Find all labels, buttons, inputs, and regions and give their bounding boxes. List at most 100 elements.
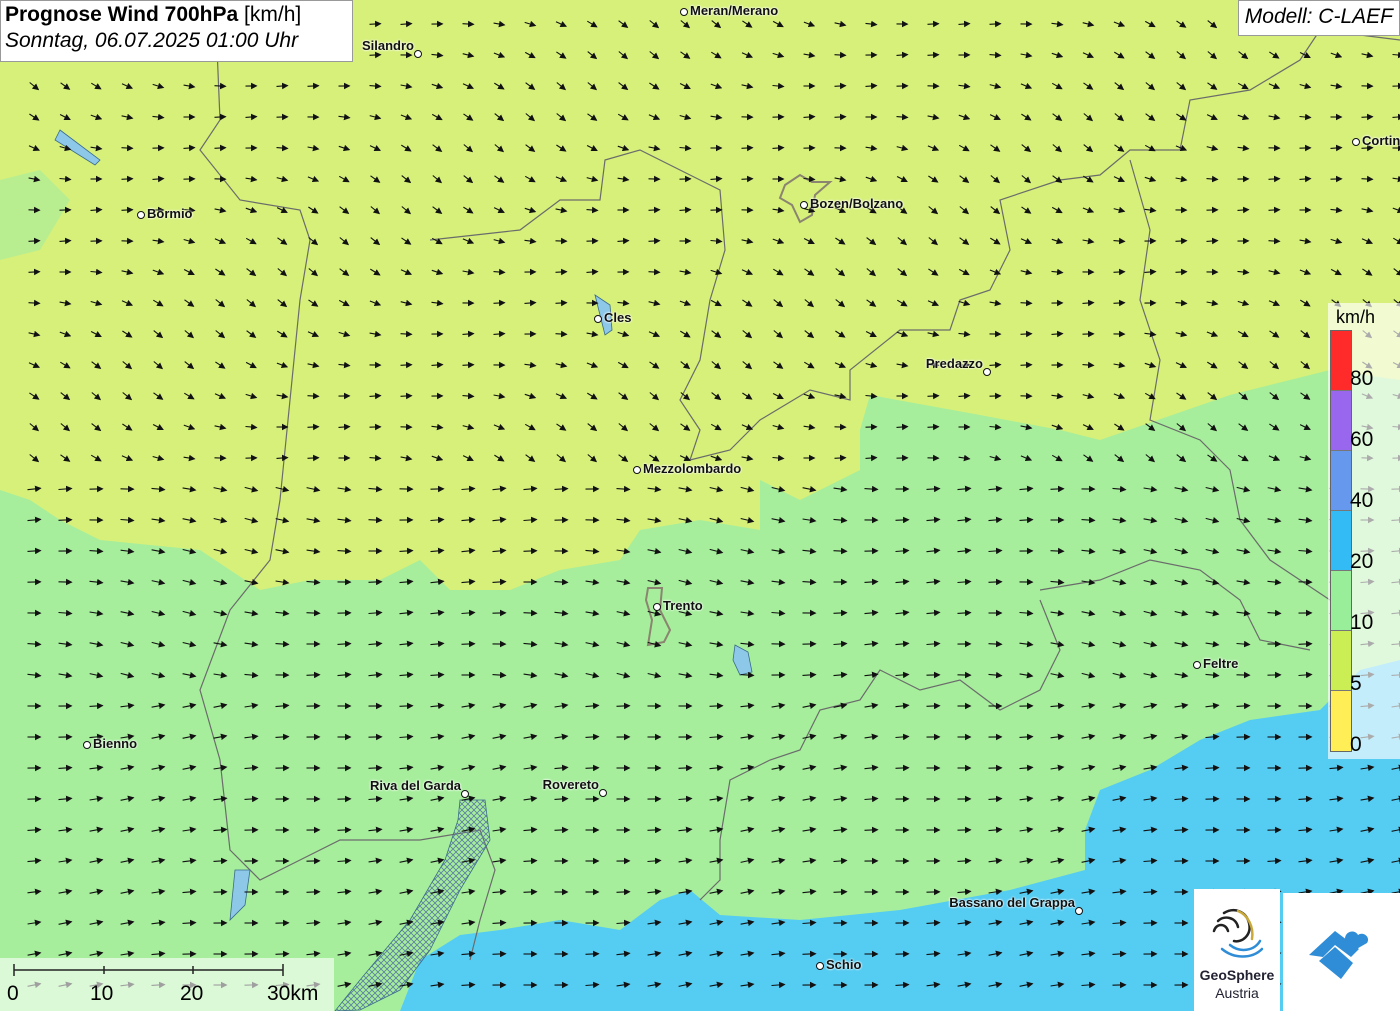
wind-arrow	[1361, 113, 1374, 121]
wind-arrow	[28, 268, 41, 276]
wind-arrow	[1113, 299, 1126, 307]
wind-arrow	[1268, 206, 1281, 214]
city-marker-icon	[800, 201, 808, 209]
wind-arrow	[492, 950, 507, 958]
wind-arrow	[28, 237, 41, 245]
wind-arrow	[400, 392, 413, 400]
forecast-datetime: Sonntag, 06.07.2025 01:00 Uhr	[5, 29, 299, 52]
wind-arrow	[493, 299, 506, 307]
home-cloud-icon	[1309, 931, 1369, 979]
wind-arrow	[306, 671, 321, 679]
city-marker-icon	[599, 789, 607, 797]
wind-arrow	[927, 20, 940, 28]
wind-arrow	[1268, 175, 1281, 183]
wind-arrow	[1298, 640, 1313, 648]
geosphere-logo[interactable]: GeoSphere Austria	[1194, 889, 1280, 1011]
legend-unit: km/h	[1336, 307, 1376, 327]
wind-arrow	[616, 702, 631, 710]
wind-arrow	[648, 237, 661, 245]
wind-arrow	[307, 82, 320, 90]
map-title: Prognose Wind 700hPa [km/h]	[5, 3, 348, 27]
city-marker-icon	[653, 603, 661, 611]
city-marker-icon	[1075, 907, 1083, 915]
wind-arrow	[523, 888, 538, 896]
wind-arrow	[647, 826, 662, 834]
city-label: Rovereto	[542, 777, 599, 792]
geosphere-logo-country: Austria	[1215, 985, 1259, 1001]
wind-arrow	[1268, 237, 1281, 245]
wind-arrow	[927, 51, 940, 59]
city-marker-icon	[816, 962, 824, 970]
legend-seg-red	[1331, 331, 1351, 391]
wind-arrow	[834, 454, 847, 462]
wind-arrow	[400, 330, 413, 338]
color-legend: km/h 80 60 40 20 10 5 0	[1328, 303, 1400, 759]
wind-arrow	[555, 330, 568, 338]
legend-value-10: 10	[1350, 611, 1374, 634]
map-title-box: Prognose Wind 700hPa [km/h] Sonntag, 06.…	[0, 0, 353, 62]
city-label: Schio	[826, 957, 862, 972]
wind-arrow	[802, 950, 817, 958]
city-marker-icon	[461, 790, 469, 798]
wind-arrow	[1175, 268, 1188, 276]
legend-seg-yellow	[1331, 691, 1351, 751]
wind-arrow	[306, 888, 321, 896]
city-label: Cortina	[1362, 133, 1400, 148]
wind-arrow	[741, 144, 754, 152]
scale-label-10: 10	[90, 982, 114, 1005]
city-marker-icon	[83, 741, 91, 749]
wind-arrow	[895, 516, 910, 524]
wind-arrow	[864, 826, 879, 834]
wind-arrow	[462, 361, 475, 369]
legend-value-0: 0	[1350, 733, 1362, 756]
city-label: Silandro	[361, 38, 414, 53]
legend-value-80: 80	[1350, 367, 1374, 390]
wind-arrow	[28, 299, 41, 307]
wind-arrow	[927, 423, 940, 431]
wind-arrow	[400, 361, 413, 369]
wind-arrow	[709, 702, 724, 710]
legend-seg-yellowgreen	[1331, 631, 1351, 691]
wind-arrow	[833, 888, 848, 896]
wind-arrow	[1020, 330, 1033, 338]
wind-arrow	[368, 516, 383, 524]
scale-bar: 0 10 20 30km	[0, 958, 334, 1011]
home-logo-button[interactable]	[1283, 893, 1400, 1011]
city-label: Bassano del Grappa	[949, 895, 1075, 910]
city-label: Bienno	[93, 736, 138, 751]
wind-arrow	[989, 20, 1002, 28]
legend-value-5: 5	[1350, 672, 1362, 695]
wind-arrow	[585, 764, 600, 772]
legend-value-40: 40	[1350, 489, 1374, 512]
wind-arrow	[988, 640, 1003, 648]
city-label: Trento	[663, 598, 703, 613]
city-marker-icon	[594, 315, 602, 323]
legend-seg-green	[1331, 571, 1351, 631]
wind-arrow	[337, 826, 352, 834]
wind-arrow	[214, 82, 227, 90]
legend-seg-purple	[1331, 391, 1351, 451]
city-label: Bormio	[147, 206, 193, 221]
wind-arrow	[554, 826, 569, 834]
wind-arrow	[1175, 237, 1188, 245]
wind-arrow	[834, 82, 847, 90]
wind-arrow	[585, 950, 600, 958]
wind-arrow	[307, 392, 320, 400]
map-title-main: Prognose Wind 700hPa	[5, 3, 239, 26]
city-label: Predazzo	[925, 356, 983, 371]
wind-arrow	[834, 51, 847, 59]
city-marker-icon	[137, 211, 145, 219]
wind-arrow	[275, 950, 290, 958]
city-label: Mezzolombardo	[643, 461, 742, 476]
city-marker-icon	[633, 466, 641, 474]
legend-color-bar	[1330, 330, 1352, 752]
scale-label-30km: 30km	[267, 982, 319, 1005]
city-label: Feltre	[1203, 656, 1239, 671]
wind-arrow	[306, 609, 321, 617]
wind-arrow	[927, 392, 940, 400]
wind-map[interactable]	[0, 0, 1400, 1011]
wind-arrow	[555, 268, 568, 276]
wind-arrow	[399, 702, 414, 710]
wind-arrow	[214, 144, 227, 152]
wind-arrow	[1050, 547, 1065, 555]
